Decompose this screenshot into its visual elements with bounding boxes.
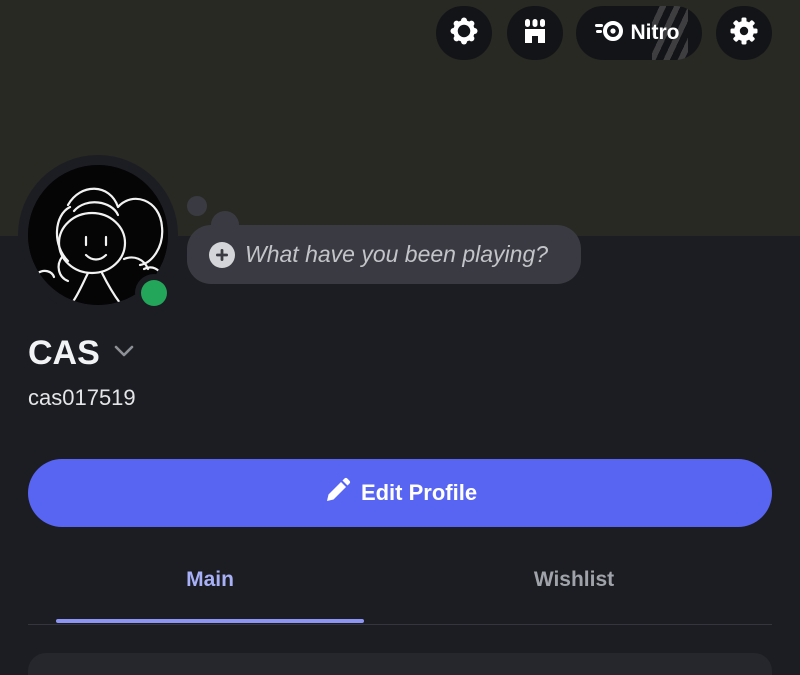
pencil-icon <box>323 477 351 510</box>
tab-main-label: Main <box>186 568 234 591</box>
nitro-label: Nitro <box>630 21 680 44</box>
tab-wishlist[interactable]: Wishlist <box>392 568 756 624</box>
nitro-icon <box>594 20 625 47</box>
settings-button[interactable] <box>716 6 772 60</box>
activity-status-bubble[interactable]: What have you been playing? <box>187 225 581 284</box>
online-status-indicator <box>141 280 167 306</box>
edit-profile-label: Edit Profile <box>360 480 478 505</box>
tab-wishlist-label: Wishlist <box>533 568 615 591</box>
shop-button[interactable] <box>507 6 563 60</box>
tabs-divider <box>28 624 772 625</box>
content-card <box>28 653 772 675</box>
chevron-down-icon[interactable] <box>114 344 134 363</box>
quests-icon <box>449 16 479 51</box>
plus-icon <box>209 241 235 268</box>
activity-placeholder: What have you been playing? <box>245 241 549 267</box>
quests-button[interactable] <box>436 6 492 60</box>
display-name: CAS <box>28 334 100 372</box>
profile-screen: Nitro What have you been playing? CAS ca… <box>0 0 800 675</box>
edit-profile-button[interactable]: Edit Profile <box>28 459 772 527</box>
tab-main[interactable]: Main <box>56 568 364 624</box>
gear-icon <box>729 16 759 51</box>
username: cas017519 <box>28 385 136 410</box>
nitro-button[interactable]: Nitro <box>576 6 702 60</box>
active-tab-indicator <box>56 619 364 623</box>
display-name-row[interactable]: CAS <box>28 334 134 373</box>
shop-icon <box>520 16 550 51</box>
thought-bubble-dot <box>187 196 207 216</box>
